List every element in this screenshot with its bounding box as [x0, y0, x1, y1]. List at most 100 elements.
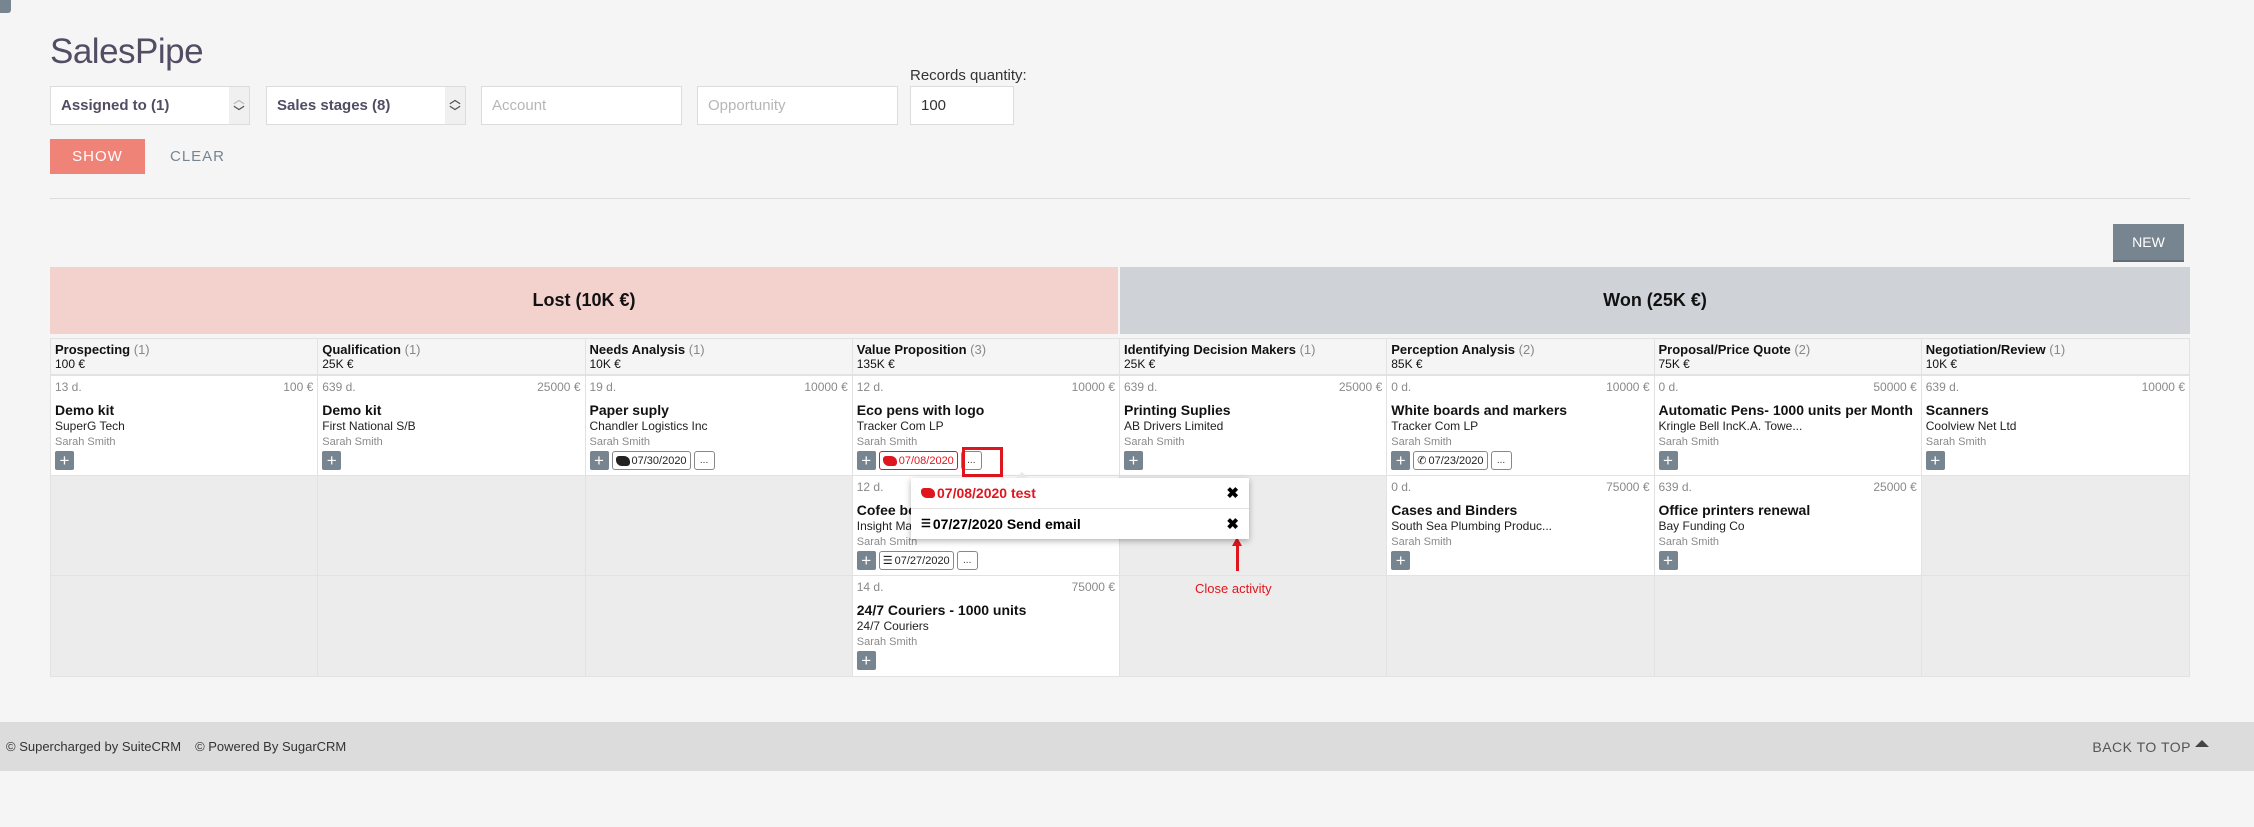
add-activity-button[interactable]: +: [589, 451, 609, 470]
card-amount: 50000 €: [1873, 380, 1917, 394]
add-activity-button[interactable]: +: [1658, 551, 1678, 570]
opportunity-card[interactable]: 19 d. 10000 € Paper suply Chandler Logistic…: [585, 376, 852, 475]
stage-column: Prospecting (1) 100 € 13 d. 100 € Demo kit Su…: [51, 339, 319, 676]
card-account[interactable]: South Sea Plumbing Produc...: [1391, 519, 1649, 533]
card-account[interactable]: Tracker Com LP: [1391, 419, 1649, 433]
add-activity-button[interactable]: +: [1124, 451, 1143, 470]
board-cell: [1921, 576, 2189, 676]
card-title[interactable]: Office printers renewal: [1659, 502, 1917, 518]
add-activity-button[interactable]: +: [856, 551, 876, 570]
more-activities-button[interactable]: ...: [693, 451, 715, 470]
card-account[interactable]: SuperG Tech: [55, 419, 313, 433]
more-activities-button[interactable]: ...: [956, 551, 978, 570]
opportunity-card[interactable]: 639 d. 10000 € Scanners Coolview Net Ltd Sar…: [1921, 376, 2189, 475]
opportunity-card[interactable]: 639 d. 25000 € Demo kit First National S/B S…: [318, 376, 585, 475]
opportunity-card[interactable]: 14 d. 75000 € 24/7 Couriers - 1000 units 24…: [852, 576, 1119, 676]
tasks-icon: ☰: [882, 555, 893, 567]
more-activities-button[interactable]: ...: [1490, 451, 1512, 470]
opportunity-card[interactable]: 0 d. 75000 € Cases and Binders South Sea Pl…: [1387, 476, 1654, 575]
add-activity-button[interactable]: +: [322, 451, 342, 470]
card-title[interactable]: Demo kit: [55, 402, 313, 418]
activity-button[interactable]: ✆ 07/23/2020: [1413, 451, 1488, 470]
show-button[interactable]: SHOW: [50, 139, 145, 174]
account-input[interactable]: Account: [481, 86, 682, 125]
card-title[interactable]: Cases and Binders: [1391, 502, 1649, 518]
card-title[interactable]: Automatic Pens- 1000 units per Month: [1659, 402, 1917, 418]
card-amount: 10000 €: [1606, 380, 1650, 394]
supercharged-link[interactable]: © Supercharged by SuiteCRM: [6, 739, 181, 754]
card-title[interactable]: Printing Suplies: [1124, 402, 1382, 418]
opportunity-card[interactable]: 0 d. 50000 € Automatic Pens- 1000 units pe…: [1654, 376, 1921, 475]
card-title[interactable]: Eco pens with logo: [857, 402, 1115, 418]
opportunity-input[interactable]: Opportunity: [697, 86, 898, 125]
card-account[interactable]: Kringle Bell IncK.A. Towe...: [1659, 419, 1917, 433]
board-cell: 0 d. 75000 € Cases and Binders South Sea Pl…: [1387, 476, 1654, 576]
records-quantity-input[interactable]: 100: [910, 86, 1014, 125]
card-account[interactable]: Coolview Net Ltd: [1926, 419, 2185, 433]
stage-count: (1): [2049, 342, 2066, 357]
card-amount: 25000 €: [1338, 380, 1383, 394]
stage-column: Qualification (1) 25K € 639 d. 25000 € Demo …: [318, 339, 586, 676]
new-button[interactable]: NEW: [2113, 224, 2184, 262]
add-activity-button[interactable]: +: [1391, 551, 1411, 570]
close-icon[interactable]: ✖: [1226, 515, 1239, 533]
sales-stages-select[interactable]: Sales stages (8) ︿ ﹀: [266, 86, 466, 125]
assigned-to-select[interactable]: Assigned to (1) ︿ ﹀: [50, 86, 250, 125]
card-title[interactable]: Demo kit: [322, 402, 580, 418]
assigned-to-spinner[interactable]: ︿ ﹀: [229, 87, 249, 124]
powered-link[interactable]: © Powered By SugarCRM: [195, 739, 346, 754]
card-title[interactable]: 24/7 Couriers - 1000 units: [857, 602, 1115, 618]
card-title[interactable]: Paper suply: [590, 402, 848, 418]
back-to-top-link[interactable]: BACK TO TOP: [2092, 722, 2209, 771]
card-account[interactable]: Tracker Com LP: [857, 419, 1115, 433]
card-user: Sarah Smith: [1925, 436, 1987, 448]
popup-activity-item[interactable]: 07/08/2020 test ✖: [911, 478, 1249, 508]
card-amount: 25000 €: [1873, 480, 1917, 494]
opportunity-card[interactable]: 639 d. 25000 € Printing Suplies AB Drivers …: [1120, 376, 1387, 475]
add-activity-button[interactable]: +: [1658, 451, 1678, 470]
records-quantity-label: Records quantity:: [910, 67, 1027, 84]
stage-header: Proposal/Price Quote (2) 75K €: [1654, 339, 1921, 376]
clear-button[interactable]: CLEAR: [170, 139, 225, 174]
activity-button[interactable]: 07/08/2020: [878, 451, 958, 470]
card-account[interactable]: First National S/B: [322, 419, 580, 433]
add-activity-button[interactable]: +: [1925, 451, 1945, 470]
card-age: 639 d.: [322, 380, 356, 394]
add-activity-button[interactable]: +: [856, 451, 876, 470]
opportunity-card[interactable]: 13 d. 100 € Demo kit SuperG Tech Sarah Smith…: [51, 376, 318, 475]
stage-name: Value Proposition: [856, 342, 967, 357]
stage-total: 25K €: [322, 357, 354, 371]
card-title[interactable]: White boards and markers: [1391, 402, 1649, 418]
activity-button[interactable]: 07/30/2020: [611, 451, 691, 470]
card-account[interactable]: Chandler Logistics Inc: [590, 419, 848, 433]
opportunity-card[interactable]: 639 d. 25000 € Office printers renewal Bay …: [1654, 476, 1921, 575]
close-icon[interactable]: ✖: [1226, 484, 1239, 502]
card-user: Sarah Smith: [1391, 536, 1452, 548]
add-activity-button[interactable]: +: [55, 451, 74, 470]
card-account[interactable]: 24/7 Couriers: [857, 619, 1115, 633]
opportunity-card[interactable]: 0 d. 10000 € White boards and markers Track…: [1387, 376, 1654, 475]
activity-button[interactable]: ☰ 07/27/2020: [878, 551, 954, 570]
caret-up-icon: [2195, 740, 2209, 747]
add-activity-button[interactable]: +: [1391, 451, 1411, 470]
stage-total: 75K €: [1658, 357, 1690, 371]
card-user: Sarah Smith: [1124, 436, 1185, 448]
card-title[interactable]: Scanners: [1926, 402, 2185, 418]
popup-activity-item[interactable]: ☰ 07/27/2020 Send email ✖: [911, 508, 1249, 538]
corner-tab[interactable]: [0, 0, 11, 13]
card-user: Sarah Smith: [589, 436, 651, 448]
card-amount: 10000 €: [2141, 380, 2185, 394]
card-age: 12 d.: [856, 480, 884, 494]
card-account[interactable]: AB Drivers Limited: [1124, 419, 1382, 433]
back-to-top-label: BACK TO TOP: [2092, 738, 2191, 755]
card-amount: 25000 €: [537, 380, 581, 394]
stage-header: Negotiation/Review (1) 10K €: [1921, 339, 2189, 376]
card-account[interactable]: Bay Funding Co: [1659, 519, 1917, 533]
board-cell: [585, 476, 852, 576]
board-cell: 0 d. 10000 € White boards and markers Track…: [1387, 376, 1654, 476]
stage-name: Perception Analysis: [1391, 342, 1516, 357]
add-activity-button[interactable]: +: [856, 651, 876, 670]
stage-total: 10K €: [1925, 357, 1958, 371]
sales-stages-spinner[interactable]: ︿ ﹀: [445, 87, 465, 124]
stage-header: Identifying Decision Makers (1) 25K €: [1120, 339, 1387, 376]
